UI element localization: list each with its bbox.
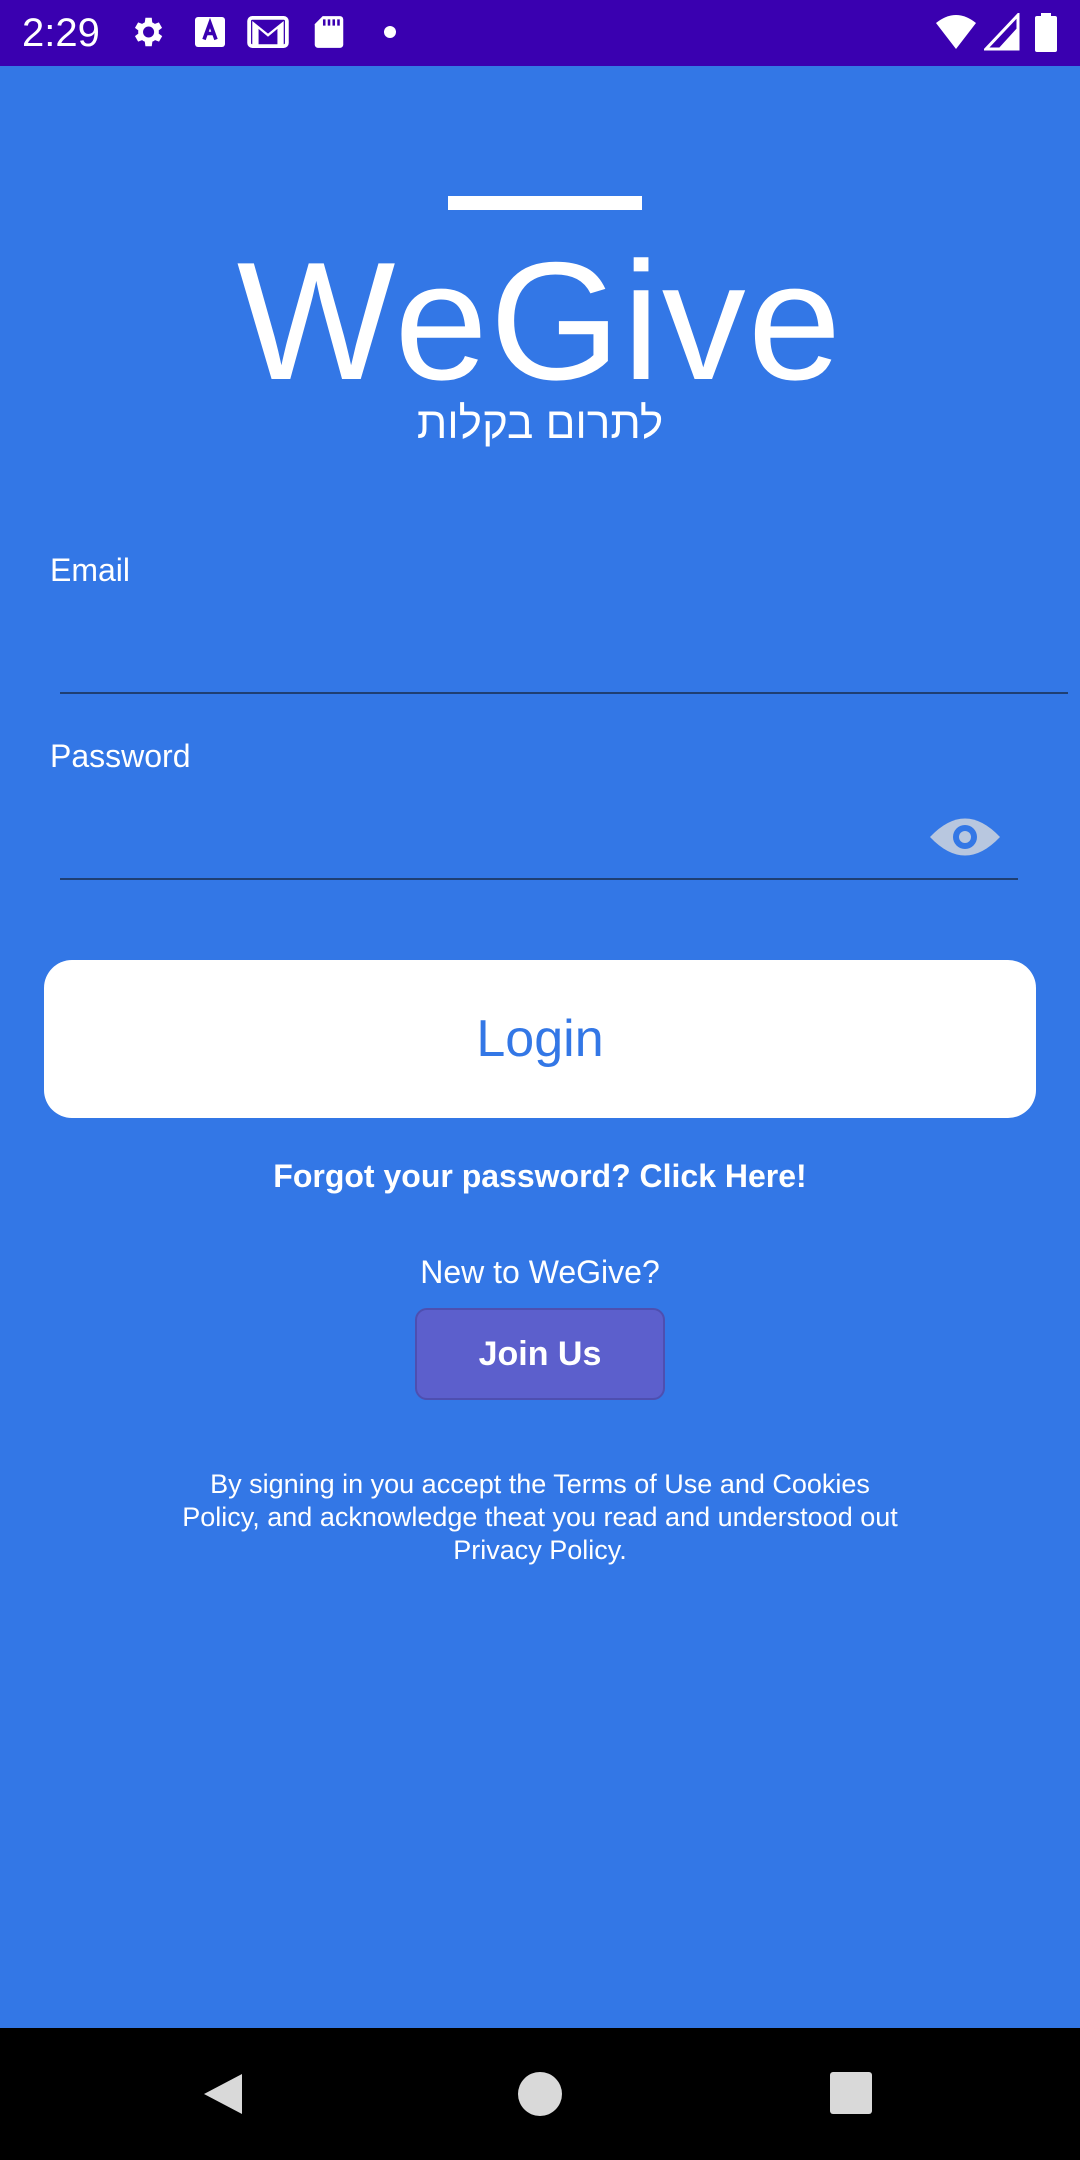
home-icon[interactable]: [516, 2070, 564, 2118]
forgot-password-link[interactable]: Forgot your password? Click Here!: [0, 1156, 1080, 1196]
gmail-icon: [247, 15, 289, 49]
logo-bar: [448, 196, 642, 210]
app-logo: WeGive: [236, 227, 844, 415]
logo-tagline: לתרום בקלות: [416, 399, 664, 448]
email-label: Email: [50, 552, 131, 588]
back-icon[interactable]: [198, 2070, 246, 2118]
email-field[interactable]: [60, 626, 1060, 686]
battery-icon: [1035, 13, 1057, 52]
dot-icon: [384, 26, 396, 38]
new-user-text: New to WeGive?: [420, 1254, 660, 1290]
login-button[interactable]: Login: [44, 960, 1036, 1118]
sd-card-icon: [314, 16, 344, 48]
status-bar: 2:29: [0, 0, 1080, 66]
wifi-icon: [936, 15, 976, 49]
recents-icon[interactable]: [828, 2070, 874, 2116]
password-label: Password: [50, 738, 191, 774]
eye-icon[interactable]: [928, 812, 1002, 862]
status-time: 2:29: [22, 11, 100, 55]
login-screen: WeGive לתרום בקלות Email Password Login …: [0, 66, 1080, 2028]
email-underline: [60, 692, 1068, 694]
settings-icon: [134, 17, 163, 47]
nav-bar: [0, 2028, 1080, 2160]
legal-text: By signing in you accept the Terms of Us…: [182, 1469, 898, 1565]
password-field[interactable]: [60, 814, 900, 874]
join-us-button[interactable]: Join Us: [415, 1308, 665, 1400]
a-icon: [195, 17, 225, 47]
signal-icon: [984, 13, 1020, 51]
password-underline: [60, 878, 1018, 880]
